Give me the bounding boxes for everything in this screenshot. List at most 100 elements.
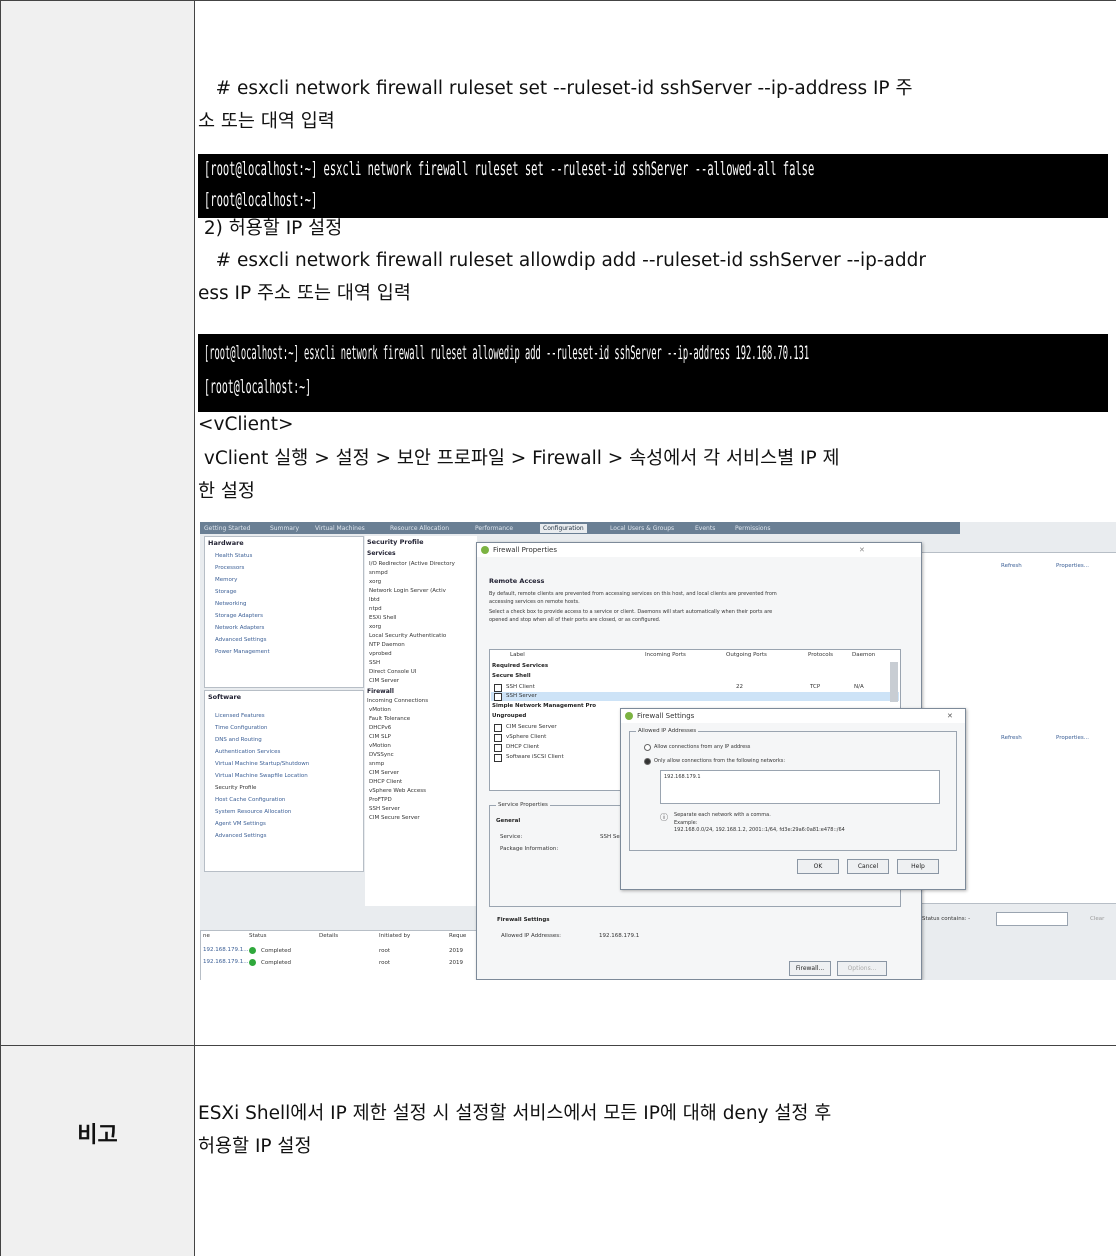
firewall-button[interactable]: Firewall... [789,961,831,976]
row-checkbox[interactable] [494,754,502,762]
options-button[interactable]: Options... [837,961,887,976]
ssh-client-checkbox[interactable] [494,684,502,692]
tab-performance[interactable]: Performance [475,524,513,533]
refresh-link[interactable]: Refresh [1001,563,1022,569]
radio-any[interactable] [644,744,651,751]
hw-item[interactable]: Processors [215,565,244,571]
task-col: Initiated by [379,933,411,939]
hw-item[interactable]: Storage [215,589,237,595]
terminal2-line2: [root@localhost:~] [204,376,312,398]
hw-item[interactable]: Memory [215,577,237,583]
help-button[interactable]: Help [897,859,939,874]
tab-configuration[interactable]: Configuration [540,524,587,533]
task-name[interactable]: 192.168.179.1... [203,959,248,965]
networks-value: 192.168.179.1 [664,774,701,780]
row-checkbox[interactable] [494,734,502,742]
ok-button[interactable]: OK [797,859,839,874]
sw-item[interactable]: Authentication Services [215,749,280,755]
close-icon[interactable]: ✕ [859,546,865,554]
networks-textarea[interactable]: 192.168.179.1 [660,770,940,804]
row-checkbox[interactable] [494,724,502,732]
terminal-output-1: [root@localhost:~] esxcli network firewa… [198,154,1108,218]
row-label: Software iSCSI Client [506,754,564,760]
tab-getting-started[interactable]: Getting Started [204,524,250,533]
service-item: NTP Daemon [369,642,405,648]
step2-heading: 2) 허용할 IP 설정 [198,218,343,239]
column-header: Outgoing Ports [726,652,767,658]
hw-item[interactable]: Storage Adapters [215,613,263,619]
row-label: vSphere Client [506,734,547,740]
service-item: vprobed [369,651,392,657]
hw-item[interactable]: Power Management [215,649,270,655]
vclient-description-line2: 한 설정 [198,481,255,502]
tab-local-users[interactable]: Local Users & Groups [610,524,674,533]
selected-row[interactable] [491,692,899,701]
remote-desc: By default, remote clients are prevented… [489,591,777,597]
refresh-link-2[interactable]: Refresh [1001,735,1022,741]
service-item: ESXi Shell [369,615,397,621]
status-ok-icon [249,959,256,966]
remarks-label: 비고 [77,1123,118,1148]
ssh-port: 22 [736,684,743,690]
hw-item[interactable]: Network Adapters [215,625,264,631]
radio-networks[interactable] [644,758,651,765]
task-name[interactable]: 192.168.179.1... [203,947,248,953]
sw-item[interactable]: Host Cache Configuration [215,797,285,803]
sw-item[interactable]: Time Configuration [215,725,268,731]
step1-command-line2: 소 또는 대역 입력 [198,111,335,132]
row-label: SSH Client [506,684,535,690]
hint: Example: [674,820,698,826]
security-profile-title: Security Profile [367,538,424,546]
services-title: Services [367,550,396,557]
firewall-item: ProFTPD [369,797,392,803]
sw-item[interactable]: Agent VM Settings [215,821,266,827]
group-snmp: Simple Network Management Pro [492,703,597,709]
hw-item[interactable]: Health Status [215,553,252,559]
firewall-item: Incoming Connections [367,698,429,704]
firewall-item: DHCPv6 [369,725,392,731]
clear-link[interactable]: Clear [1090,916,1104,922]
tab-resource-allocation[interactable]: Resource Allocation [390,524,449,533]
task-col: Details [319,933,339,939]
sw-item[interactable]: Virtual Machine Swapfile Location [215,773,308,779]
firewall-item: DHCP Client [369,779,403,785]
sw-item[interactable]: System Resource Allocation [215,809,291,815]
hint: 192.168.0.0/24, 192.168.1.2, 2001::1/64,… [674,827,845,833]
cancel-button[interactable]: Cancel [847,859,889,874]
row-checkbox[interactable] [494,744,502,752]
row-label: SSH Server [506,693,537,699]
hw-item[interactable]: Advanced Settings [215,637,266,643]
tab-virtual-machines[interactable]: Virtual Machines [315,524,365,533]
scrollbar[interactable] [890,662,898,702]
service-item: Local Security Authenticatio [369,633,447,639]
status-ok-icon [249,947,256,954]
vclient-description: vClient 실행 > 설정 > 보안 프로파일 > Firewall > 속… [198,442,1108,508]
hw-item[interactable]: Networking [215,601,246,607]
close-icon[interactable]: ✕ [947,712,953,720]
sw-item[interactable]: Licensed Features [215,713,265,719]
firewall-item: Fault Tolerance [369,716,411,722]
tab-events[interactable]: Events [695,524,715,533]
terminal1-line1: [root@localhost:~] esxcli network firewa… [204,158,815,180]
sw-item[interactable]: DNS and Routing [215,737,262,743]
firewall-settings-title: Firewall Settings [497,917,550,923]
terminal-output-2: [root@localhost:~] esxcli network firewa… [198,334,1108,412]
remarks-text: ESXi Shell에서 IP 제한 설정 시 설정할 서비스에서 모든 IP에… [198,1097,1108,1163]
sw-item[interactable]: Advanced Settings [215,833,266,839]
service-label: Service: [500,834,523,840]
remarks-line2: 허용할 IP 설정 [198,1136,312,1157]
properties-link-2[interactable]: Properties... [1056,735,1089,741]
ssh-server-checkbox[interactable] [494,693,502,701]
service-item: Network Login Server (Activ [369,588,446,594]
radio-any-label: Allow connections from any IP address [654,744,751,750]
tab-summary[interactable]: Summary [270,524,299,533]
status-filter-input[interactable] [996,912,1068,926]
general-title: General [496,818,521,824]
vclient-tab-bar: Getting Started Summary Virtual Machines… [200,522,960,534]
sw-item[interactable]: Virtual Machine Startup/Shutdown [215,761,309,767]
firewall-item: vMotion [369,743,391,749]
terminal1-line2: [root@localhost:~] [204,189,318,211]
properties-link[interactable]: Properties... [1056,563,1089,569]
sw-item-selected[interactable]: Security Profile [215,785,256,791]
tab-permissions[interactable]: Permissions [735,524,771,533]
